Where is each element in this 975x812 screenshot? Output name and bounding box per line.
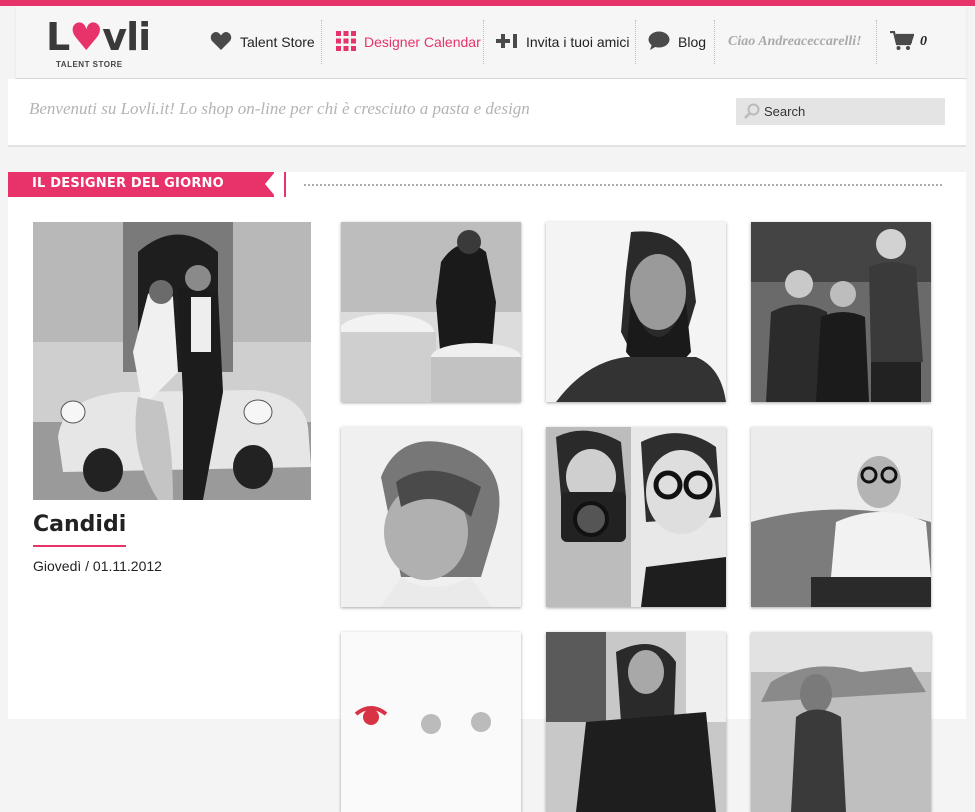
designer-thumbnail[interactable] bbox=[751, 427, 931, 607]
nav-talent-store[interactable]: Talent Store bbox=[210, 26, 315, 58]
search-box[interactable] bbox=[736, 98, 945, 125]
nav-divider bbox=[483, 20, 484, 64]
dotted-divider bbox=[304, 184, 942, 186]
featured-designer-photo[interactable] bbox=[33, 222, 311, 500]
speech-bubble-icon bbox=[648, 31, 670, 54]
nav-blog-label: Blog bbox=[678, 34, 707, 50]
featured-designer-name[interactable]: Candidi bbox=[33, 512, 127, 547]
designer-thumbnail[interactable] bbox=[341, 427, 521, 607]
designer-thumbnail[interactable] bbox=[341, 632, 521, 812]
ribbon-marker bbox=[284, 172, 286, 197]
nav-invite-friends-label: Invita i tuoi amici bbox=[526, 34, 630, 50]
site-header: L♥vli TALENT STORE Talent Store Designer… bbox=[16, 6, 966, 79]
main-content: IL DESIGNER DEL GIORNO Candidi Giovedì /… bbox=[8, 172, 966, 812]
nav-divider bbox=[714, 20, 715, 64]
heart-icon bbox=[210, 31, 232, 54]
nav-talent-store-label: Talent Store bbox=[240, 34, 315, 50]
search-icon bbox=[744, 103, 760, 124]
logo-subtitle: TALENT STORE bbox=[56, 60, 123, 69]
user-greeting[interactable]: Ciao Andreaceccarelli! bbox=[728, 26, 862, 58]
nav-divider bbox=[321, 20, 322, 64]
nav-divider bbox=[876, 20, 877, 64]
nav-designer-calendar-label: Designer Calendar bbox=[364, 34, 481, 50]
designer-thumbnail[interactable] bbox=[546, 222, 726, 402]
welcome-message: Benvenuti su Lovli.it! Lo shop on-line p… bbox=[29, 99, 530, 118]
nav-divider bbox=[635, 20, 636, 64]
section-title: IL DESIGNER DEL GIORNO bbox=[32, 176, 224, 191]
featured-date: Giovedì / 01.11.2012 bbox=[33, 558, 162, 574]
designer-thumbnail[interactable] bbox=[546, 632, 726, 812]
designer-thumbnail[interactable] bbox=[341, 222, 521, 402]
designer-thumbnail[interactable] bbox=[751, 632, 931, 812]
welcome-bar: Benvenuti su Lovli.it! Lo shop on-line p… bbox=[8, 79, 966, 147]
cart-count: 0 bbox=[920, 34, 927, 49]
cart-icon bbox=[890, 30, 915, 54]
cart-button[interactable]: 0 bbox=[890, 26, 927, 58]
logo[interactable]: L♥vli TALENT STORE bbox=[46, 14, 151, 72]
logo-wordmark: L♥vli bbox=[46, 15, 151, 59]
section-ribbon: IL DESIGNER DEL GIORNO bbox=[8, 172, 275, 197]
plus-one-icon bbox=[496, 33, 518, 52]
nav-blog[interactable]: Blog bbox=[648, 26, 706, 58]
calendar-grid-icon bbox=[336, 30, 356, 54]
designer-thumbnail[interactable] bbox=[546, 427, 726, 607]
logo-heart-icon: ♥ bbox=[69, 15, 103, 59]
search-input[interactable] bbox=[764, 98, 934, 125]
designer-thumbnail[interactable] bbox=[751, 222, 931, 402]
nav-designer-calendar[interactable]: Designer Calendar bbox=[336, 26, 481, 58]
nav-invite-friends[interactable]: Invita i tuoi amici bbox=[496, 26, 629, 58]
